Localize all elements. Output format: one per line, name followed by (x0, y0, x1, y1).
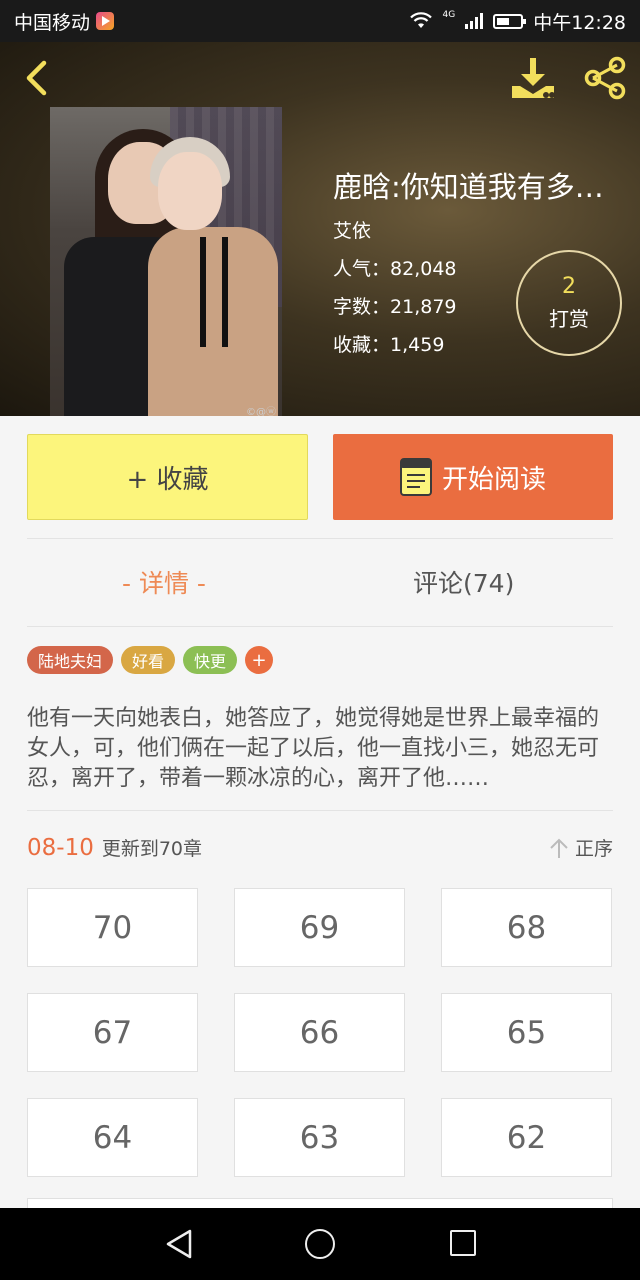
add-favorite-button[interactable]: + 收藏 (27, 434, 308, 520)
chapter-button[interactable]: 68 (441, 888, 612, 967)
chapter-button[interactable]: 69 (234, 888, 405, 967)
carrier-name: 中国移动 (14, 11, 91, 34)
stat-popularity: 人气：82,048 (333, 258, 457, 280)
chapter-button[interactable]: 70 (27, 888, 198, 967)
chapter-row-partial (27, 1198, 613, 1208)
status-time: 中午12:28 (533, 11, 626, 34)
stat-favorites: 收藏：1,459 (333, 334, 445, 356)
arrow-up-icon (550, 838, 568, 858)
book-title: 鹿晗:你知道我有多爱你吗 (333, 170, 623, 204)
start-reading-button[interactable]: 开始阅读 (333, 434, 613, 520)
sort-order-button[interactable]: 正序 (549, 834, 613, 861)
signal-icon (465, 13, 484, 29)
reward-button[interactable]: 2 打赏 (516, 250, 622, 356)
tab-comments[interactable]: 评论(74) (413, 564, 514, 600)
cover-watermark: ©@ⓦ (246, 407, 276, 416)
reward-label: 打赏 (549, 307, 589, 331)
chapter-button[interactable]: 65 (441, 993, 612, 1072)
add-tag-button[interactable]: + (245, 646, 274, 674)
tab-detail[interactable]: - 详情 - (122, 564, 206, 600)
book-description[interactable]: 他有一天向她表白，她答应了，她觉得她是世界上最幸福的女人，可，他们俩在一起了以后… (27, 704, 613, 794)
update-info: 08-10 更新到70章 正序 (27, 834, 613, 861)
divider (27, 538, 613, 539)
status-indicators: 4G 中午12:28 (409, 8, 626, 35)
chapter-button[interactable]: 64 (27, 1098, 198, 1177)
wifi-icon (409, 12, 432, 28)
chevron-left-icon[interactable] (18, 58, 58, 98)
status-bar: 中国移动 4G 中午12:28 (0, 0, 640, 42)
chapter-button[interactable]: 62 (441, 1098, 612, 1177)
tag-list: 陆地夫妇 好看 快更 + (27, 646, 274, 674)
divider (27, 626, 613, 627)
download-icon[interactable] (508, 56, 558, 100)
system-nav-bar (0, 1208, 640, 1280)
update-text: 更新到70章 (101, 838, 203, 860)
carrier: 中国移动 (14, 8, 115, 35)
divider (27, 810, 613, 811)
network-type: 4G (442, 10, 456, 20)
video-app-icon (96, 12, 115, 30)
battery-icon (493, 13, 527, 29)
tag[interactable]: 陆地夫妇 (27, 646, 114, 674)
favorites-value: 1,459 (390, 334, 445, 356)
share-icon[interactable] (580, 56, 630, 100)
chapter-button[interactable]: 67 (27, 993, 198, 1072)
book-icon (399, 458, 432, 496)
chapter-button[interactable]: 63 (234, 1098, 405, 1177)
tag[interactable]: 快更 (183, 646, 238, 674)
sort-order-label: 正序 (574, 838, 613, 860)
book-author[interactable]: 艾依 (333, 216, 371, 243)
nav-back-icon[interactable] (164, 1228, 194, 1260)
start-reading-label: 开始阅读 (441, 464, 546, 495)
update-date: 08-10 (27, 834, 94, 861)
chapter-grid: 70 69 68 67 66 65 64 63 62 (27, 888, 613, 1177)
stat-word-count: 字数：21,879 (333, 296, 457, 318)
word-count-value: 21,879 (390, 296, 457, 318)
popularity-value: 82,048 (390, 258, 457, 280)
tag[interactable]: 好看 (121, 646, 176, 674)
nav-recents-icon[interactable] (450, 1230, 476, 1256)
reward-count: 2 (562, 274, 576, 299)
nav-home-icon[interactable] (305, 1229, 335, 1259)
chapter-button[interactable]: 66 (234, 993, 405, 1072)
book-header: ©@ⓦ 鹿晗:你知道我有多爱你吗 艾依 人气：82,048 字数：21,879 … (0, 42, 640, 416)
book-cover[interactable]: ©@ⓦ (50, 107, 282, 416)
